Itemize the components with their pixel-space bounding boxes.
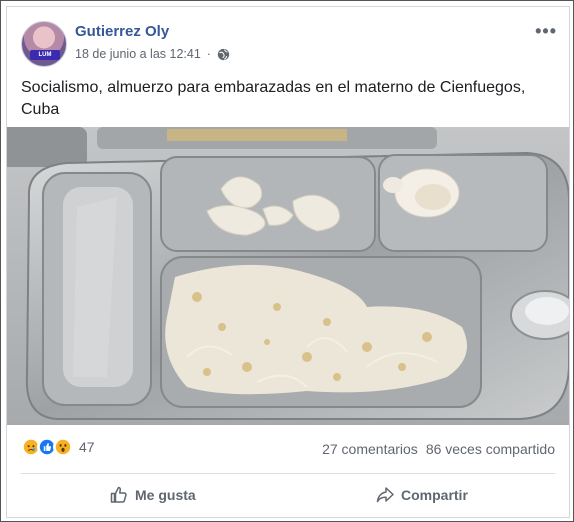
avatar-badge: LUM (30, 50, 60, 60)
globe-icon[interactable] (217, 48, 230, 61)
share-button-label: Compartir (401, 487, 468, 503)
post-photo[interactable] (7, 127, 569, 425)
share-button[interactable]: Compartir (375, 485, 468, 505)
post-meta: 18 de junio a las 12:41 · (75, 47, 230, 61)
thumbs-up-icon (110, 486, 127, 503)
divider (21, 473, 555, 474)
share-arrow-icon (376, 487, 394, 503)
like-button-label: Me gusta (135, 487, 196, 503)
like-button[interactable]: Me gusta (109, 485, 196, 505)
more-options-icon[interactable]: ••• (535, 21, 557, 42)
post-card: LUM Gutierrez Oly 18 de junio a las 12:4… (6, 6, 570, 518)
reaction-count[interactable]: 47 (79, 439, 95, 455)
reactions-summary[interactable]: 47 (21, 437, 95, 457)
post-timestamp[interactable]: 18 de junio a las 12:41 (75, 47, 201, 61)
wow-reaction-icon (53, 437, 73, 457)
screenshot-frame: LUM Gutierrez Oly 18 de junio a las 12:4… (0, 0, 574, 522)
shares-count[interactable]: 86 veces compartido (426, 441, 555, 457)
post-text: Socialismo, almuerzo para embarazadas en… (21, 79, 526, 118)
avatar[interactable]: LUM (21, 21, 67, 67)
comments-count[interactable]: 27 comentarios (322, 441, 418, 457)
post-stats: 27 comentarios 86 veces compartido (322, 441, 555, 457)
post-author[interactable]: Gutierrez Oly (75, 23, 169, 40)
food-tray-photo (7, 127, 569, 425)
